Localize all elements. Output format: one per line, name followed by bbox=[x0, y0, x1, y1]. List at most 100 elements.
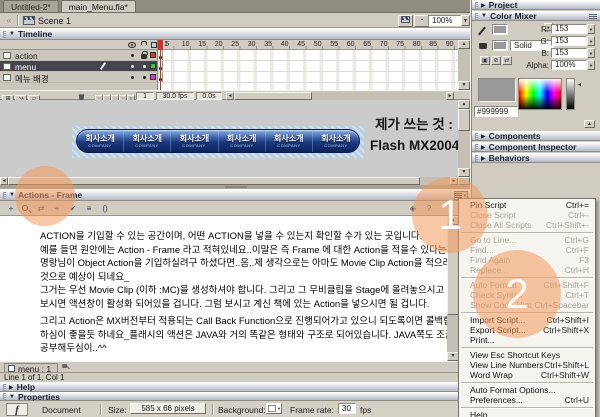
frames-area[interactable]: 151015202530354045505560657075808590 bbox=[158, 40, 458, 90]
frame-rate-indicator[interactable]: 30.0 fps bbox=[156, 92, 194, 100]
layer-lock-dot[interactable] bbox=[143, 65, 146, 68]
document-size-button[interactable]: 585 x 66 pixels bbox=[130, 403, 206, 414]
nav-menu-button[interactable]: 회사소개 COMPANY bbox=[265, 130, 312, 152]
layer-panel: actionmenu메뉴 배경 bbox=[0, 40, 158, 90]
nav-menu-button[interactable]: 회사소개 COMPANY bbox=[312, 130, 359, 152]
collapse-triangle-icon: ▶ bbox=[481, 144, 486, 151]
scroll-down-icon[interactable]: ▼ bbox=[458, 168, 470, 177]
layer-name[interactable]: 메뉴 배경 bbox=[15, 73, 49, 85]
color-spectrum-picker[interactable] bbox=[518, 78, 562, 110]
panel-grip[interactable] bbox=[475, 155, 478, 162]
spinner-icon[interactable]: ▼ bbox=[587, 60, 595, 70]
frames-row[interactable] bbox=[158, 50, 458, 61]
frames-grid[interactable] bbox=[158, 50, 458, 90]
collapse-panel-icon[interactable]: ▲ bbox=[584, 120, 595, 128]
panel-grip[interactable] bbox=[475, 2, 478, 9]
scrollbar-thumb[interactable] bbox=[234, 92, 312, 100]
document-tab[interactable]: Untitled-2* bbox=[3, 0, 59, 12]
collapsed-panel-header[interactable]: ▶ Component Inspector bbox=[472, 142, 600, 152]
layer-visibility-dot[interactable] bbox=[131, 76, 134, 79]
code-hint-icon[interactable]: () bbox=[98, 203, 112, 214]
panel-grip[interactable] bbox=[3, 384, 6, 391]
edit-scene-button[interactable] bbox=[398, 15, 413, 27]
timeline-vscrollbar[interactable]: ▲ ▼ bbox=[458, 40, 470, 90]
scroll-up-icon[interactable]: ▲ bbox=[458, 40, 470, 49]
delete-layer-icon[interactable] bbox=[78, 93, 85, 100]
auto-format-icon[interactable]: ≡ bbox=[82, 203, 96, 214]
scrollbar-thumb[interactable] bbox=[458, 109, 470, 131]
layer-lock-dot[interactable] bbox=[143, 76, 146, 79]
stage-zoom-input[interactable]: 100% bbox=[428, 15, 461, 26]
nav-menu-button[interactable]: 회사소개 COMPANY bbox=[77, 130, 123, 152]
channel-value-input[interactable]: 153 bbox=[551, 36, 587, 46]
color-mixer-header[interactable]: ▼ Color Mixer bbox=[472, 11, 600, 21]
layer-name[interactable]: action bbox=[15, 51, 38, 61]
collapsed-panel-header[interactable]: ▶ Components bbox=[472, 131, 600, 141]
script-editor[interactable]: ACTION을 기입할 수 있는 공간이며, 어떤 ACTION을 넣을 수 있… bbox=[0, 216, 447, 361]
layer-visibility-dot[interactable] bbox=[131, 65, 134, 68]
panel-grip[interactable] bbox=[475, 13, 478, 20]
panel-grip[interactable] bbox=[475, 144, 478, 151]
scroll-down-icon[interactable]: ▼ bbox=[458, 81, 470, 90]
layer-row[interactable]: action bbox=[0, 50, 157, 61]
pin-script-icon[interactable] bbox=[62, 364, 69, 371]
timeline-panel-header[interactable]: ▼ Timeline bbox=[0, 28, 470, 40]
alpha-value-input[interactable]: 100% bbox=[551, 60, 587, 70]
hscroll-right-icon[interactable]: ► bbox=[446, 92, 454, 100]
splitter-grip[interactable] bbox=[225, 186, 247, 188]
layer-color-square[interactable] bbox=[150, 52, 156, 58]
layer-color-square[interactable] bbox=[150, 63, 156, 69]
panel-grip[interactable] bbox=[3, 192, 6, 199]
hscroll-left-icon[interactable]: ◄ bbox=[226, 92, 234, 100]
menu-item[interactable]: Preferences...Ctrl+U bbox=[459, 395, 595, 405]
spinner-icon[interactable]: ▼ bbox=[587, 36, 595, 46]
help-panel-header[interactable]: ▶ Help bbox=[0, 382, 470, 392]
zoom-dropdown-arrow[interactable]: ▼ bbox=[461, 15, 470, 26]
channel-value-input[interactable]: 153 bbox=[551, 24, 587, 34]
frames-row[interactable] bbox=[158, 72, 458, 83]
slider-arrow-icon[interactable]: ◄ bbox=[577, 82, 582, 88]
layer-row[interactable]: menu bbox=[0, 61, 157, 72]
playhead-marker[interactable] bbox=[158, 40, 163, 50]
layer-color-square[interactable] bbox=[150, 74, 156, 80]
edit-symbols-button[interactable]: ◔ bbox=[414, 15, 429, 27]
background-color-swatch[interactable]: ▼ bbox=[266, 403, 282, 414]
framerate-input[interactable]: 30 bbox=[338, 403, 356, 414]
menu-item[interactable]: Word WrapCtrl+Shift+W bbox=[459, 370, 595, 380]
frames-row[interactable] bbox=[158, 61, 458, 72]
properties-panel-header[interactable]: ▼ Properties bbox=[0, 392, 470, 401]
nav-menu-button[interactable]: 회사소개 COMPANY bbox=[170, 130, 217, 152]
timeline-hscrollbar[interactable] bbox=[234, 92, 446, 100]
panel-grip[interactable] bbox=[475, 133, 478, 140]
menu-item[interactable]: View Esc Shortcut Keys bbox=[459, 350, 595, 360]
hex-color-input[interactable]: #999999 bbox=[474, 106, 518, 117]
layer-name[interactable]: menu bbox=[15, 62, 36, 72]
back-arrow-icon[interactable]: « bbox=[3, 15, 15, 26]
layer-visibility-dot[interactable] bbox=[131, 54, 134, 57]
layer-lock-icon[interactable] bbox=[141, 54, 147, 59]
scroll-left-icon[interactable]: ◄ bbox=[0, 177, 8, 185]
stage[interactable]: 회사소개 COMPANY 회사소개 COMPANY 회사소개 COMPANY 회… bbox=[0, 100, 458, 177]
outline-square-icon[interactable] bbox=[151, 42, 157, 48]
collapsed-panel-header[interactable]: ▶ Behaviors bbox=[472, 153, 600, 163]
panel-grip[interactable] bbox=[3, 393, 6, 400]
menu-item[interactable]: View Line NumbersCtrl+Shift+L bbox=[459, 360, 595, 370]
timeline-ruler[interactable]: 151015202530354045505560657075808590 bbox=[158, 40, 458, 50]
panel-grip[interactable] bbox=[3, 31, 6, 38]
layer-row[interactable]: 메뉴 배경 bbox=[0, 72, 157, 83]
scene-label[interactable]: Scene 1 bbox=[38, 16, 71, 26]
panel-options-icon[interactable] bbox=[589, 14, 597, 20]
stage-vscrollbar[interactable]: ▲ ▼ bbox=[458, 100, 470, 177]
eye-icon[interactable] bbox=[128, 42, 136, 48]
scroll-up-icon[interactable]: ▲ bbox=[458, 100, 470, 109]
document-tab[interactable]: main_Menu.fla* bbox=[61, 0, 136, 12]
brightness-slider[interactable] bbox=[566, 78, 575, 110]
nav-menu-button[interactable]: 회사소개 COMPANY bbox=[218, 130, 265, 152]
project-panel-header[interactable]: ▶ Project bbox=[472, 0, 600, 10]
nav-menu-button[interactable]: 회사소개 COMPANY bbox=[123, 130, 170, 152]
menu-item[interactable]: Help bbox=[459, 410, 595, 417]
spinner-icon[interactable]: ▼ bbox=[587, 48, 595, 58]
menu-item[interactable]: Auto Format Options... bbox=[459, 385, 595, 395]
spinner-icon[interactable]: ▼ bbox=[587, 24, 595, 34]
channel-value-input[interactable]: 153 bbox=[551, 48, 587, 58]
